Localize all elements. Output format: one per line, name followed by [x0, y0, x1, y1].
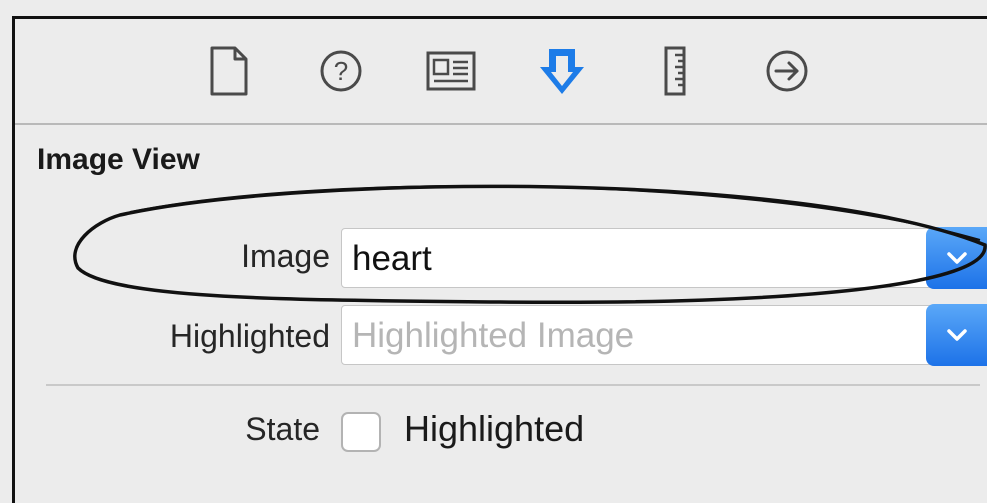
chevron-down-icon [947, 329, 967, 341]
highlighted-combo-box[interactable]: Highlighted Image [341, 304, 987, 366]
chevron-down-icon [947, 252, 967, 264]
highlighted-field-label: Highlighted [169, 318, 330, 354]
image-dropdown-button[interactable] [926, 227, 987, 289]
section-divider [46, 384, 980, 386]
highlighted-combo-placeholder[interactable]: Highlighted Image [352, 316, 634, 356]
inspector-panel: ? Image View Image heart Highlighted Hig… [0, 0, 987, 503]
state-checkbox-label[interactable]: Highlighted [404, 408, 584, 450]
inspector-toolbar: ? [15, 19, 987, 123]
svg-text:?: ? [334, 56, 348, 86]
quick-help-icon[interactable]: ? [313, 43, 369, 99]
highlighted-dropdown-button[interactable] [926, 304, 987, 366]
file-inspector-icon[interactable] [201, 43, 257, 99]
attributes-inspector-icon[interactable] [534, 43, 590, 99]
toolbar-separator [15, 123, 987, 125]
state-field-label: State [245, 411, 320, 447]
image-combo-value[interactable]: heart [352, 239, 432, 279]
image-combo-box[interactable]: heart [341, 227, 987, 289]
identity-inspector-icon[interactable] [423, 43, 479, 99]
size-inspector-icon[interactable] [647, 43, 703, 99]
state-highlighted-checkbox[interactable] [341, 412, 381, 452]
connections-inspector-icon[interactable] [759, 43, 815, 99]
image-field-label: Image [241, 238, 330, 274]
section-title: Image View [37, 143, 200, 176]
